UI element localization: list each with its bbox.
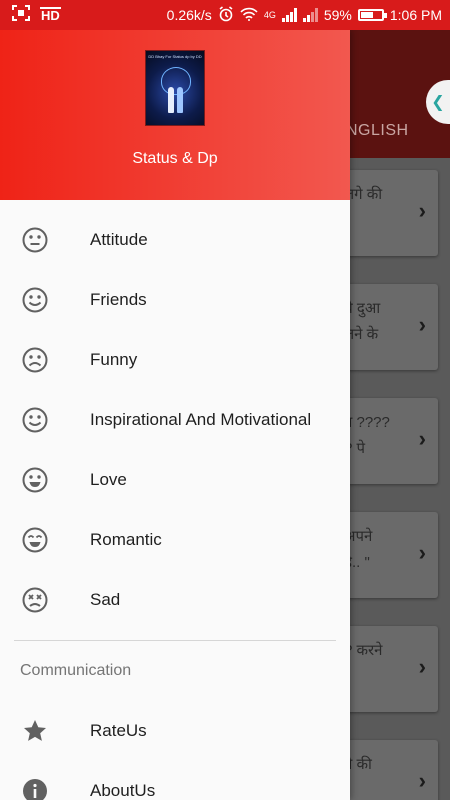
category-menu: Attitude Friends Funny Inspirational And… <box>0 200 350 630</box>
drawer-header: DD Bhay For Status dp by DD Status & Dp <box>0 30 350 200</box>
battery-icon <box>357 9 387 21</box>
chevron-right-icon: › <box>418 540 426 565</box>
list-item-text: लगे की <box>344 186 383 203</box>
smile-face-icon <box>21 406 49 434</box>
wifi-icon <box>240 7 258 24</box>
battery-percent: 59% <box>323 7 352 23</box>
menu-item-label: AboutUs <box>90 781 156 800</box>
chevron-right-icon: › <box>418 654 426 679</box>
alarm-icon <box>218 5 234 25</box>
hd-call-icon: HD <box>40 7 61 23</box>
communication-menu: RateUs AboutUs <box>0 701 350 800</box>
menu-item-label: Attitude <box>90 230 148 249</box>
menu-item-rateus[interactable]: RateUs <box>0 701 350 761</box>
screenshot-icon <box>12 5 30 24</box>
menu-item-aboutus[interactable]: AboutUs <box>0 761 350 800</box>
menu-item-label: Funny <box>90 350 138 369</box>
info-icon <box>21 777 49 800</box>
menu-item-romantic[interactable]: Romantic <box>0 510 350 570</box>
list-item[interactable]: लगे की › <box>338 170 438 256</box>
menu-item-label: Friends <box>90 290 147 309</box>
neutral-face-icon <box>21 226 49 254</box>
list-item[interactable]: ये दुआ लने के › <box>338 284 438 370</box>
status-bar: HD 0.26k/s 4G 59% 1:06 PM <box>0 0 450 30</box>
list-item[interactable]: ने की › <box>338 740 438 800</box>
sad-face-icon <box>21 346 49 374</box>
heart-shape <box>161 67 191 95</box>
menu-item-label: RateUs <box>90 721 147 740</box>
menu-item-label: Sad <box>90 590 121 609</box>
menu-item-love[interactable]: Love <box>0 450 350 510</box>
network-type: 4G <box>263 10 276 20</box>
dizzy-face-icon <box>21 586 49 614</box>
chevron-right-icon: › <box>418 312 426 337</box>
clock: 1:06 PM <box>389 7 442 23</box>
menu-item-funny[interactable]: Funny <box>0 330 350 390</box>
couple-figure <box>177 87 183 113</box>
network-speed: 0.26k/s <box>166 7 212 23</box>
menu-item-label: Inspirational And Motivational <box>90 410 312 429</box>
list-item-text: न ???? ? पे <box>344 414 390 457</box>
smile-face-icon <box>21 286 49 314</box>
list-item-text: अपने है.. " <box>344 528 373 571</box>
list-item[interactable]: न ???? ? पे › <box>338 398 438 484</box>
laugh-face-icon <box>21 526 49 554</box>
chevron-right-icon: › <box>418 426 426 451</box>
couple-figure <box>168 87 174 113</box>
section-title-communication: Communication <box>20 662 132 679</box>
app-logo: DD Bhay For Status dp by DD <box>145 50 205 126</box>
list-item-text: ने की <box>344 756 372 773</box>
menu-item-sad[interactable]: Sad <box>0 570 350 630</box>
list-item[interactable]: अपने है.. " › <box>338 512 438 598</box>
list-item-text: ? करने <box>344 642 383 659</box>
drawer-title: Status & Dp <box>132 150 218 167</box>
menu-item-label: Love <box>90 470 127 489</box>
signal-icon <box>281 8 297 22</box>
tab-english[interactable]: NGLISH <box>346 122 409 140</box>
signal-icon-2 <box>302 8 318 22</box>
menu-item-label: Romantic <box>90 530 162 549</box>
chevron-right-icon: › <box>418 198 426 223</box>
menu-item-inspirational[interactable]: Inspirational And Motivational <box>0 390 350 450</box>
list-item-text: ये दुआ लने के <box>344 300 381 343</box>
list-item[interactable]: ? करने › <box>338 626 438 712</box>
menu-item-attitude[interactable]: Attitude <box>0 210 350 270</box>
grin-face-icon <box>21 466 49 494</box>
menu-item-friends[interactable]: Friends <box>0 270 350 330</box>
chevron-right-icon: › <box>418 768 426 793</box>
navigation-drawer: DD Bhay For Status dp by DD Status & Dp … <box>0 30 350 800</box>
logo-caption: DD Bhay For Status dp by DD <box>148 54 202 59</box>
star-icon <box>21 717 49 745</box>
